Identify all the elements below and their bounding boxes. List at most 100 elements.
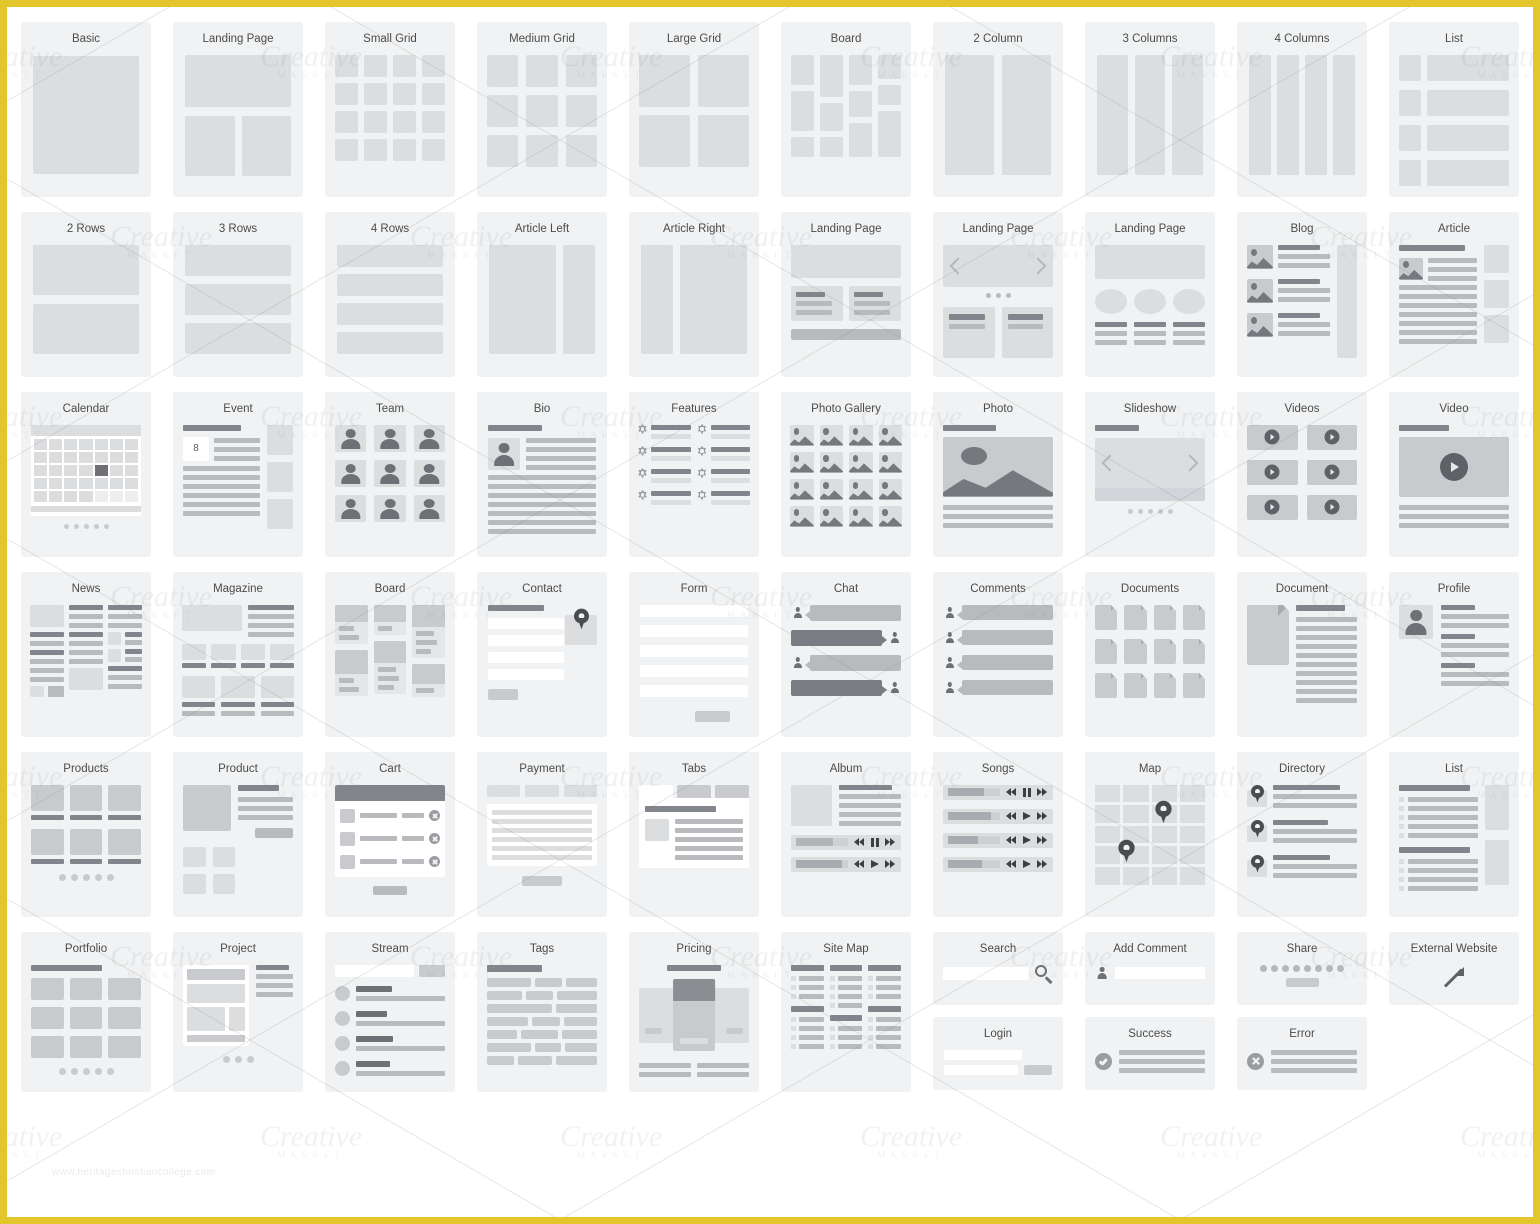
board-card[interactable] (335, 649, 368, 696)
calendar-cell[interactable] (34, 451, 48, 463)
rewind-icon[interactable] (854, 859, 865, 869)
rewind-icon[interactable] (1006, 811, 1017, 821)
fast-forward-icon[interactable] (1037, 811, 1048, 821)
player-row[interactable] (791, 834, 901, 850)
image-placeholder-icon[interactable] (849, 478, 873, 500)
player-row[interactable] (943, 856, 1053, 872)
contact-input[interactable] (488, 668, 564, 680)
card-article[interactable]: Article (1389, 212, 1519, 377)
calendar-cell[interactable] (49, 438, 63, 450)
pause-icon[interactable] (871, 837, 879, 847)
card-article-right[interactable]: Article Right (629, 212, 759, 377)
board-card[interactable] (412, 663, 446, 697)
image-placeholder-icon[interactable] (819, 505, 843, 527)
sitemap-link[interactable] (799, 993, 824, 999)
fast-forward-icon[interactable] (1037, 859, 1048, 869)
card-photo-gallery[interactable]: Photo Gallery (781, 392, 911, 557)
share-button[interactable] (1285, 977, 1319, 987)
image-placeholder-icon[interactable] (790, 424, 814, 446)
pager-dot[interactable] (106, 873, 114, 881)
card-contact[interactable]: Contact (477, 572, 607, 737)
sitemap-link[interactable] (876, 993, 902, 999)
progress-track[interactable] (796, 838, 848, 846)
card-3-columns[interactable]: 3 Columns (1085, 22, 1215, 197)
document-icon[interactable] (1182, 604, 1206, 630)
calendar-cell-selected[interactable] (94, 464, 108, 476)
card-magazine[interactable]: Magazine (173, 572, 303, 737)
sitemap-link[interactable] (799, 975, 824, 981)
share-icon[interactable] (1293, 964, 1300, 972)
image-placeholder-icon[interactable] (878, 478, 902, 500)
document-icon[interactable] (1124, 604, 1147, 630)
form-submit-button[interactable] (695, 710, 730, 722)
rewind-icon[interactable] (1006, 859, 1017, 869)
cart-checkout-button[interactable] (372, 885, 408, 895)
card-pricing[interactable]: Pricing (629, 932, 759, 1092)
product-buy-button[interactable] (254, 827, 293, 838)
share-icon[interactable] (1304, 964, 1311, 972)
fast-forward-icon[interactable] (885, 837, 896, 847)
pager-dot[interactable] (82, 873, 90, 881)
player-row[interactable] (943, 832, 1053, 848)
card-product[interactable]: Product (173, 752, 303, 917)
calendar-cell[interactable] (34, 477, 48, 489)
card-project[interactable]: Project (173, 932, 303, 1092)
slideshow-prev-icon[interactable] (1101, 454, 1119, 471)
board-card[interactable] (412, 604, 446, 658)
card-videos[interactable]: Videos (1237, 392, 1367, 557)
calendar-cell[interactable] (64, 464, 78, 476)
contact-submit-button[interactable] (488, 688, 519, 700)
card-stream[interactable]: Stream (325, 932, 455, 1092)
card-documents[interactable]: Documents (1085, 572, 1215, 737)
card-form[interactable]: Form (629, 572, 759, 737)
card-features[interactable]: Features (629, 392, 759, 557)
sitemap-link[interactable] (837, 984, 863, 990)
calendar-cell[interactable] (34, 438, 48, 450)
card-success[interactable]: Success (1085, 1017, 1215, 1090)
sitemap-link[interactable] (837, 1034, 863, 1040)
sitemap-link[interactable] (876, 975, 902, 981)
payment-method[interactable] (487, 784, 521, 797)
tag-chip[interactable] (557, 990, 597, 1000)
portfolio-tile[interactable] (69, 1006, 103, 1029)
card-landing-page-3[interactable]: Landing Page (933, 212, 1063, 377)
tag-chip[interactable] (556, 1003, 597, 1013)
payment-field[interactable] (492, 818, 592, 824)
payment-field[interactable] (492, 809, 592, 815)
card-album[interactable]: Album (781, 752, 911, 917)
pager-dot[interactable] (995, 292, 1001, 298)
card-external-website[interactable]: External Website (1389, 932, 1519, 1005)
image-placeholder-icon[interactable] (878, 505, 902, 527)
calendar-cell[interactable] (49, 490, 63, 502)
payment-field[interactable] (492, 836, 592, 842)
sitemap-link[interactable] (837, 993, 863, 999)
document-icon[interactable] (1095, 604, 1118, 630)
player-row[interactable] (943, 784, 1053, 800)
pager-dot[interactable] (103, 523, 109, 529)
calendar-pager[interactable] (29, 523, 143, 529)
tab-inactive[interactable] (677, 784, 711, 798)
card-directory[interactable]: Directory (1237, 752, 1367, 917)
card-team[interactable]: Team (325, 392, 455, 557)
tag-chip[interactable] (556, 1055, 597, 1065)
player-row[interactable] (943, 808, 1053, 824)
product-thumb[interactable] (31, 828, 64, 855)
tag-chip[interactable] (518, 1055, 553, 1065)
contact-input[interactable] (488, 617, 564, 629)
calendar-cell[interactable] (49, 464, 63, 476)
tag-chip[interactable] (487, 977, 532, 987)
image-placeholder-icon[interactable] (790, 505, 814, 527)
product-thumb-alt[interactable] (212, 873, 235, 894)
portfolio-tile[interactable] (69, 977, 103, 1000)
pager-dot[interactable] (1167, 508, 1173, 514)
document-icon[interactable] (1182, 638, 1206, 664)
pager-dot[interactable] (246, 1055, 254, 1063)
calendar-cell[interactable] (79, 464, 93, 476)
progress-track[interactable] (948, 836, 1000, 844)
carousel-pager[interactable] (941, 292, 1055, 298)
sitemap-link[interactable] (837, 1002, 863, 1008)
calendar-cell[interactable] (124, 451, 138, 463)
pager-dot[interactable] (93, 523, 99, 529)
card-blog[interactable]: Blog (1237, 212, 1367, 377)
contact-input[interactable] (488, 634, 564, 646)
